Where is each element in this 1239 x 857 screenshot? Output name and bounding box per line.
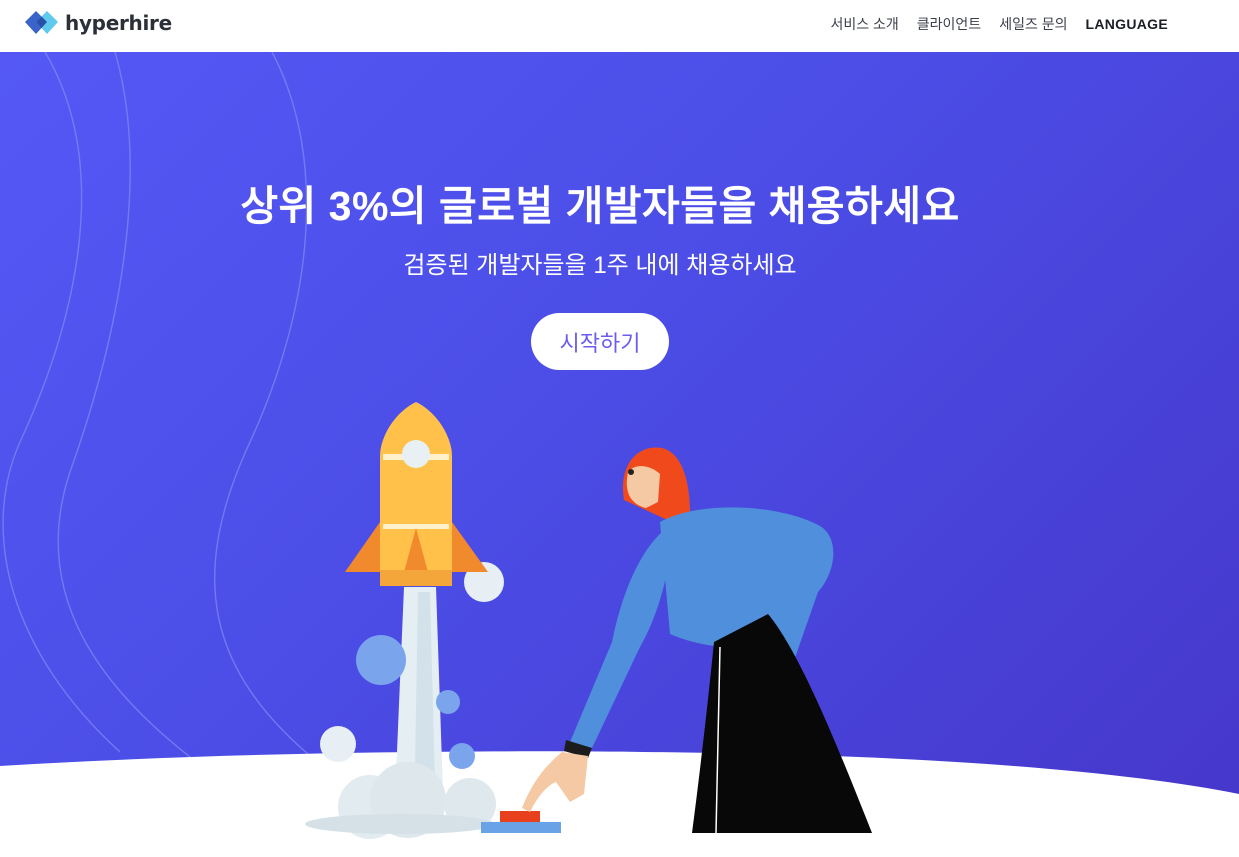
nav-sales-inquiry[interactable]: 세일즈 문의 — [999, 14, 1067, 34]
rocket-icon — [305, 402, 504, 839]
nav-clients[interactable]: 클라이언트 — [917, 14, 981, 34]
nav-service-intro[interactable]: 서비스 소개 — [830, 14, 898, 34]
woman-figure-icon — [522, 447, 872, 834]
logo-icon — [25, 11, 58, 34]
top-navbar: hyperhire 서비스 소개 클라이언트 세일즈 문의 LANGUAGE — [0, 0, 1239, 52]
rocket-launch-illustration — [305, 402, 872, 839]
nav-language[interactable]: LANGUAGE — [1085, 16, 1168, 32]
hyperhire-logo[interactable]: hyperhire — [24, 9, 172, 37]
logo-text: hyperhire — [65, 11, 172, 35]
main-nav: 서비스 소개 클라이언트 세일즈 문의 LANGUAGE — [830, 0, 1168, 48]
hero-section: 상위 3%의 글로벌 개발자들을 채용하세요 검증된 개발자들을 1주 내에 채… — [0, 52, 1239, 857]
